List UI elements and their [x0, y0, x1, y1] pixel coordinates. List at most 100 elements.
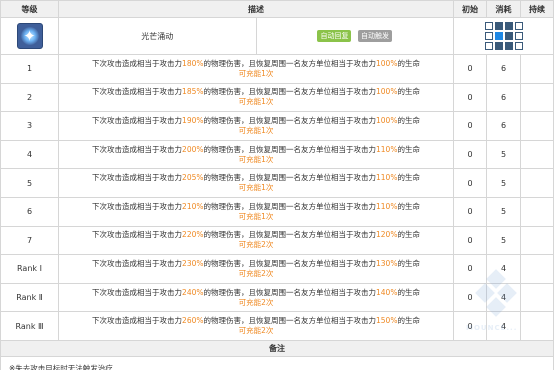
heal-multiplier: 120%	[376, 230, 398, 240]
desc-text: 的物理伤害，且恢复周围一名友方单位相当于攻击力	[203, 173, 377, 183]
level-cell: Rank Ⅰ	[0, 254, 59, 284]
desc-text: 的物理伤害，且恢复周围一名友方单位相当于攻击力	[203, 58, 377, 68]
desc-text: 的物理伤害，且恢复周围一名友方单位相当于攻击力	[203, 287, 377, 297]
atk-multiplier: 220%	[182, 230, 204, 240]
level-cell: 3	[0, 111, 59, 141]
desc-text: 的生命	[397, 115, 420, 125]
range-tile	[514, 32, 523, 40]
desc-text: 的生命	[397, 58, 420, 68]
tag-auto-recovery: 自动回复	[317, 30, 352, 42]
heal-multiplier: 140%	[376, 287, 398, 297]
desc-text: 的生命	[397, 316, 420, 326]
duration-cell	[520, 225, 554, 256]
skill-header-row: 光芒涌动 自动回复 自动触发	[0, 17, 554, 55]
charge-prefix: 可充能	[238, 211, 262, 221]
heal-multiplier: 100%	[376, 115, 398, 125]
initial-sp-cell: 0	[453, 111, 487, 141]
duration-cell	[520, 54, 554, 84]
duration-cell	[520, 139, 554, 170]
heal-multiplier: 110%	[376, 173, 398, 183]
desc-text: 下次攻击造成相当于攻击力	[92, 58, 183, 68]
desc-text: 下次攻击造成相当于攻击力	[92, 201, 183, 211]
charge-count: 1次	[261, 68, 274, 78]
tag-auto-trigger: 自动触发	[358, 30, 393, 42]
initial-sp-cell: 0	[453, 254, 487, 284]
desc-text: 的生命	[397, 230, 420, 240]
range-tile	[514, 42, 523, 50]
charge-prefix: 可充能	[238, 125, 262, 135]
desc-text: 的生命	[397, 201, 420, 211]
description-cell: 下次攻击造成相当于攻击力220%的物理伤害，且恢复周围一名友方单位相当于攻击力1…	[58, 225, 454, 256]
range-tile	[484, 32, 493, 40]
charge-prefix: 可充能	[238, 97, 262, 107]
desc-text: 的物理伤害，且恢复周围一名友方单位相当于攻击力	[203, 144, 377, 154]
desc-text: 的物理伤害，且恢复周围一名友方单位相当于攻击力	[203, 258, 377, 268]
desc-text: 下次攻击造成相当于攻击力	[92, 287, 183, 297]
skill-table: 光芒涌动 自动回复 自动触发	[0, 0, 554, 370]
range-tile	[504, 32, 513, 40]
skill-icon-cell	[0, 17, 59, 55]
atk-multiplier: 190%	[182, 115, 204, 125]
charge-count: 2次	[261, 297, 274, 307]
header-description: 描述	[58, 0, 454, 18]
atk-multiplier: 210%	[182, 201, 204, 211]
description-cell: 下次攻击造成相当于攻击力185%的物理伤害，且恢复周围一名友方单位相当于攻击力1…	[58, 82, 454, 113]
level-row: Rank Ⅲ 下次攻击造成相当于攻击力260%的物理伤害，且恢复周围一名友方单位相…	[0, 311, 554, 341]
description-cell: 下次攻击造成相当于攻击力260%的物理伤害，且恢复周围一名友方单位相当于攻击力1…	[58, 311, 454, 341]
skill-tags: 自动回复 自动触发	[257, 30, 454, 42]
notes-header-row: 备注	[0, 339, 554, 357]
initial-sp-cell: 0	[453, 139, 487, 170]
level-cell: 7	[0, 225, 59, 256]
duration-cell	[520, 82, 554, 113]
level-cell: Rank Ⅱ	[0, 282, 59, 313]
desc-text: 的生命	[397, 258, 420, 268]
desc-text: 的物理伤害，且恢复周围一名友方单位相当于攻击力	[203, 115, 377, 125]
charge-prefix: 可充能	[238, 68, 262, 78]
sp-cost-cell: 5	[486, 196, 521, 227]
range-tile	[504, 22, 513, 30]
description-cell: 下次攻击造成相当于攻击力240%的物理伤害，且恢复周围一名友方单位相当于攻击力1…	[58, 282, 454, 313]
desc-text: 的生命	[397, 287, 420, 297]
heal-multiplier: 100%	[376, 87, 398, 97]
atk-multiplier: 185%	[182, 87, 204, 97]
charge-prefix: 可充能	[238, 154, 262, 164]
desc-text: 的生命	[397, 87, 420, 97]
range-self-tile	[494, 32, 503, 40]
level-cell: 5	[0, 168, 59, 198]
charge-count: 1次	[261, 125, 274, 135]
charge-count: 1次	[261, 183, 274, 193]
sp-cost-cell: 6	[486, 54, 521, 84]
description-cell: 下次攻击造成相当于攻击力210%的物理伤害，且恢复周围一名友方单位相当于攻击力1…	[58, 196, 454, 227]
heal-multiplier: 130%	[376, 258, 398, 268]
level-cell: 4	[0, 139, 59, 170]
desc-text: 的物理伤害，且恢复周围一名友方单位相当于攻击力	[203, 87, 377, 97]
level-row: Rank Ⅱ 下次攻击造成相当于攻击力240%的物理伤害，且恢复周围一名友方单位相…	[0, 282, 554, 313]
charge-prefix: 可充能	[238, 326, 262, 336]
sp-cost-cell: 4	[486, 282, 521, 313]
skill-icon	[16, 23, 43, 49]
sp-cost-cell: 6	[486, 111, 521, 141]
charge-count: 2次	[261, 326, 274, 336]
desc-text: 下次攻击造成相当于攻击力	[92, 115, 183, 125]
heal-multiplier: 100%	[376, 58, 398, 68]
atk-multiplier: 240%	[182, 287, 204, 297]
charge-prefix: 可充能	[238, 297, 262, 307]
level-row: 4 下次攻击造成相当于攻击力200%的物理伤害，且恢复周围一名友方单位相当于攻击力…	[0, 139, 554, 170]
initial-sp-cell: 0	[453, 196, 487, 227]
sp-cost-cell: 4	[486, 311, 521, 341]
range-tile	[514, 22, 523, 30]
desc-text: 的物理伤害，且恢复周围一名友方单位相当于攻击力	[203, 230, 377, 240]
duration-cell	[520, 111, 554, 141]
column-header-row: 等级 描述 初始 消耗 持续	[0, 0, 554, 18]
heal-multiplier: 110%	[376, 201, 398, 211]
duration-cell	[520, 168, 554, 198]
skill-name-tags-cell: 光芒涌动 自动回复 自动触发	[58, 17, 454, 55]
level-cell: 2	[0, 82, 59, 113]
level-cell: 1	[0, 54, 59, 84]
initial-sp-cell: 0	[453, 311, 487, 341]
range-tile	[494, 42, 503, 50]
charge-prefix: 可充能	[238, 183, 262, 193]
sp-cost-cell: 5	[486, 139, 521, 170]
charge-count: 2次	[261, 240, 274, 250]
header-initial: 初始	[453, 0, 487, 18]
